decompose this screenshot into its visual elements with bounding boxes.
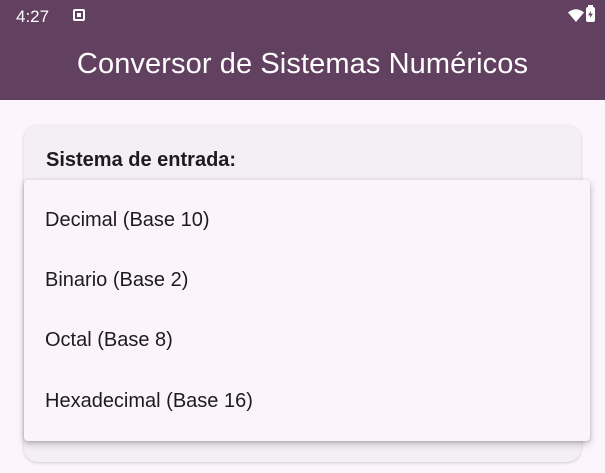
input-system-label: Sistema de entrada: (46, 149, 237, 171)
battery-charging-icon (586, 5, 595, 22)
menu-item-binario[interactable]: Binario (Base 2) (24, 250, 590, 310)
menu-item-hexadecimal[interactable]: Hexadecimal (Base 16) (24, 371, 590, 431)
wifi-icon (568, 9, 584, 22)
status-bar: 4:27 (0, 0, 605, 34)
input-system-dropdown-menu: Decimal (Base 10) Binario (Base 2) Octal… (24, 180, 590, 441)
status-time: 4:27 (16, 7, 50, 26)
menu-item-decimal[interactable]: Decimal (Base 10) (24, 190, 590, 250)
app-bar: Conversor de Sistemas Numéricos (0, 34, 605, 100)
menu-item-octal[interactable]: Octal (Base 8) (24, 310, 590, 370)
notification-icon (73, 9, 85, 21)
app-title: Conversor de Sistemas Numéricos (76, 48, 529, 80)
